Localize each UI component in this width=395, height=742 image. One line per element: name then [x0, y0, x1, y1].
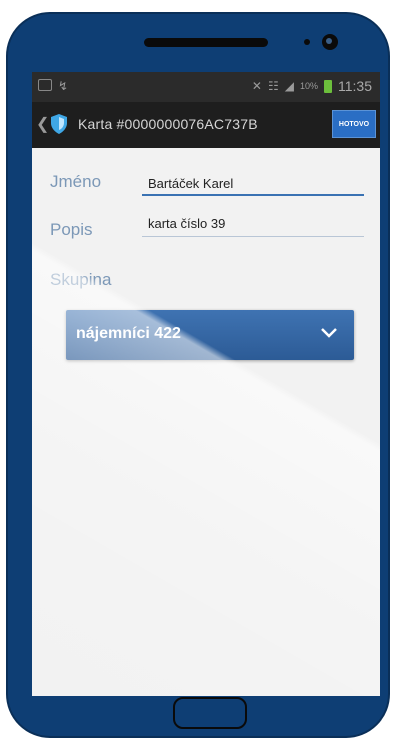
home-button[interactable]: [173, 697, 247, 729]
description-field-underline: [142, 236, 364, 237]
chevron-left-icon[interactable]: ❮: [36, 114, 49, 134]
battery-percent: 10%: [299, 81, 318, 91]
name-label: Jméno: [50, 172, 102, 191]
battery-icon: [324, 79, 332, 93]
group-dropdown[interactable]: nájemníci 422: [66, 310, 354, 360]
chevron-down-icon: [321, 328, 337, 338]
mute-icon: ✕: [251, 79, 262, 93]
screen-glare: [32, 72, 380, 696]
page-title: Karta #0000000076AC737B: [78, 116, 258, 132]
image-notification-icon: [38, 79, 52, 91]
name-field-underline: [142, 194, 364, 196]
action-bar: ❮ Karta #0000000076AC737B HOTOVO: [32, 102, 380, 148]
status-bar: ↯ ✕ ☷ ◢ 10% 11:35: [32, 72, 380, 102]
front-camera-icon: [322, 34, 338, 50]
usb-icon: ↯: [58, 79, 69, 93]
shield-icon[interactable]: [50, 113, 68, 135]
wifi-icon: ☷: [267, 79, 279, 93]
phone-frame: ↯ ✕ ☷ ◢ 10% 11:35 ❮ Karta #0000000076AC7…: [6, 12, 390, 738]
description-field[interactable]: karta číslo 39: [148, 216, 225, 231]
proximity-sensor: [304, 39, 310, 45]
screen: ↯ ✕ ☷ ◢ 10% 11:35 ❮ Karta #0000000076AC7…: [32, 72, 380, 696]
name-field[interactable]: Bartáček Karel: [148, 176, 233, 191]
group-selected-value: nájemníci 422: [76, 325, 181, 342]
signal-icon: ◢: [284, 79, 294, 93]
group-label: Skupina: [50, 270, 112, 289]
speaker-grille: [144, 38, 268, 47]
clock: 11:35: [338, 78, 372, 94]
done-button[interactable]: HOTOVO: [332, 110, 376, 138]
description-label: Popis: [50, 220, 93, 239]
